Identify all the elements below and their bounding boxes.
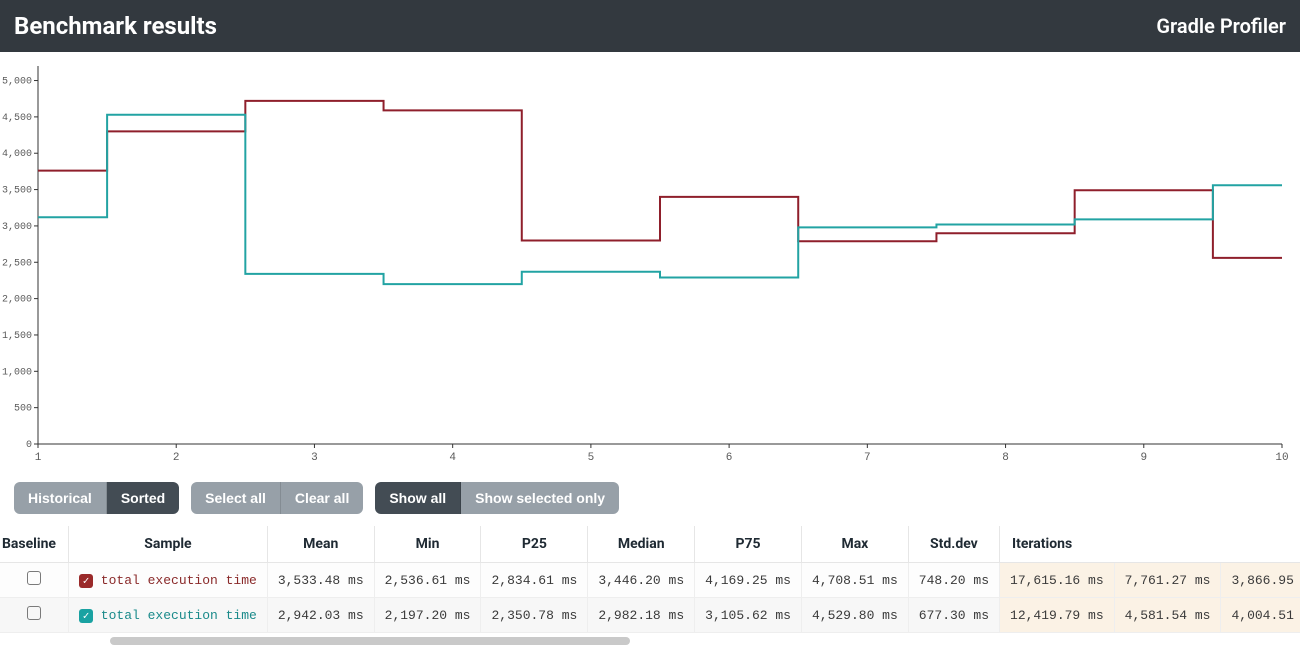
- cell-p25: 2,834.61 ms: [481, 563, 588, 598]
- cell-p25: 2,350.78 ms: [481, 598, 588, 633]
- iteration-cell: 3,866.95 ms: [1221, 563, 1300, 598]
- benchmark-chart: 0 500 1,000 1,500 2,000 2,500 3,000 3,500 4,000 4…: [2, 58, 1292, 468]
- cell-max: 4,529.80 ms: [801, 598, 908, 633]
- select-all-button[interactable]: Select all: [191, 482, 281, 514]
- svg-text:10: 10: [1275, 452, 1288, 464]
- col-max: Max: [801, 526, 908, 563]
- results-table: BaselineSampleMeanMinP25MedianP75MaxStd.…: [0, 526, 1300, 633]
- horizontal-scrollbar[interactable]: [110, 637, 1250, 649]
- sample-checkbox[interactable]: ✓: [79, 609, 93, 623]
- cell-p75: 3,105.62 ms: [695, 598, 802, 633]
- scrollbar-thumb[interactable]: [110, 637, 630, 645]
- svg-text:4,500: 4,500: [2, 113, 32, 124]
- cell-min: 2,197.20 ms: [374, 598, 481, 633]
- svg-text:1,500: 1,500: [2, 331, 32, 342]
- cell-min: 2,536.61 ms: [374, 563, 481, 598]
- cell-median: 3,446.20 ms: [588, 563, 695, 598]
- cell-mean: 2,942.03 ms: [267, 598, 374, 633]
- select-button-group: Select allClear all: [191, 482, 363, 514]
- sample-checkbox[interactable]: ✓: [79, 574, 93, 588]
- show-selected-only-button[interactable]: Show selected only: [461, 482, 619, 514]
- col-median: Median: [588, 526, 695, 563]
- order-button-group: HistoricalSorted: [14, 482, 179, 514]
- historical-button[interactable]: Historical: [14, 482, 107, 514]
- svg-text:9: 9: [1140, 452, 1147, 464]
- app-name: Gradle Profiler: [1156, 14, 1286, 38]
- svg-text:500: 500: [14, 404, 32, 415]
- cell-p75: 4,169.25 ms: [695, 563, 802, 598]
- svg-text:7: 7: [864, 452, 871, 464]
- col-p25: P25: [481, 526, 588, 563]
- iteration-cell: 12,419.79 ms: [1000, 598, 1115, 633]
- results-table-wrap: BaselineSampleMeanMinP25MedianP75MaxStd.…: [0, 526, 1300, 633]
- svg-text:4,000: 4,000: [2, 149, 32, 160]
- cell-median: 2,982.18 ms: [588, 598, 695, 633]
- svg-text:3: 3: [311, 452, 318, 464]
- svg-text:2,500: 2,500: [2, 258, 32, 269]
- button-bar: HistoricalSorted Select allClear all Show …: [0, 468, 1300, 526]
- show-button-group: Show allShow selected only: [375, 482, 619, 514]
- cell-stddev: 677.30 ms: [908, 598, 999, 633]
- iteration-cell: 7,761.27 ms: [1114, 563, 1221, 598]
- svg-text:5,000: 5,000: [2, 77, 32, 88]
- sample-label: total execution time: [93, 573, 257, 588]
- svg-text:2,000: 2,000: [2, 295, 32, 306]
- sorted-button[interactable]: Sorted: [107, 482, 179, 514]
- clear-all-button[interactable]: Clear all: [281, 482, 363, 514]
- baseline-checkbox[interactable]: [27, 571, 41, 585]
- svg-text:1,000: 1,000: [2, 367, 32, 378]
- col-sample: Sample: [69, 526, 268, 563]
- col-stddev: Std.dev: [908, 526, 999, 563]
- iteration-cell: 4,581.54 ms: [1114, 598, 1221, 633]
- svg-text:6: 6: [726, 452, 733, 464]
- iteration-cell: 4,004.51 ms: [1221, 598, 1300, 633]
- col-p75: P75: [695, 526, 802, 563]
- svg-text:3,000: 3,000: [2, 222, 32, 233]
- svg-text:5: 5: [588, 452, 595, 464]
- cell-mean: 3,533.48 ms: [267, 563, 374, 598]
- svg-text:8: 8: [1002, 452, 1009, 464]
- page-title: Benchmark results: [14, 12, 217, 40]
- show-all-button[interactable]: Show all: [375, 482, 461, 514]
- header: Benchmark results Gradle Profiler: [0, 0, 1300, 52]
- iteration-cell: 17,615.16 ms: [1000, 563, 1115, 598]
- svg-text:4: 4: [449, 452, 456, 464]
- col-iterations: Iterations: [1000, 526, 1300, 563]
- baseline-checkbox[interactable]: [27, 606, 41, 620]
- svg-text:1: 1: [35, 452, 42, 464]
- col-baseline: Baseline: [0, 526, 69, 563]
- sample-label: total execution time: [93, 608, 257, 623]
- cell-max: 4,708.51 ms: [801, 563, 908, 598]
- col-min: Min: [374, 526, 481, 563]
- chart-container: 0 500 1,000 1,500 2,000 2,500 3,000 3,500 4,000 4…: [0, 52, 1300, 468]
- svg-text:0: 0: [26, 440, 32, 451]
- cell-stddev: 748.20 ms: [908, 563, 999, 598]
- svg-text:2: 2: [173, 452, 180, 464]
- col-mean: Mean: [267, 526, 374, 563]
- svg-text:3,500: 3,500: [2, 186, 32, 197]
